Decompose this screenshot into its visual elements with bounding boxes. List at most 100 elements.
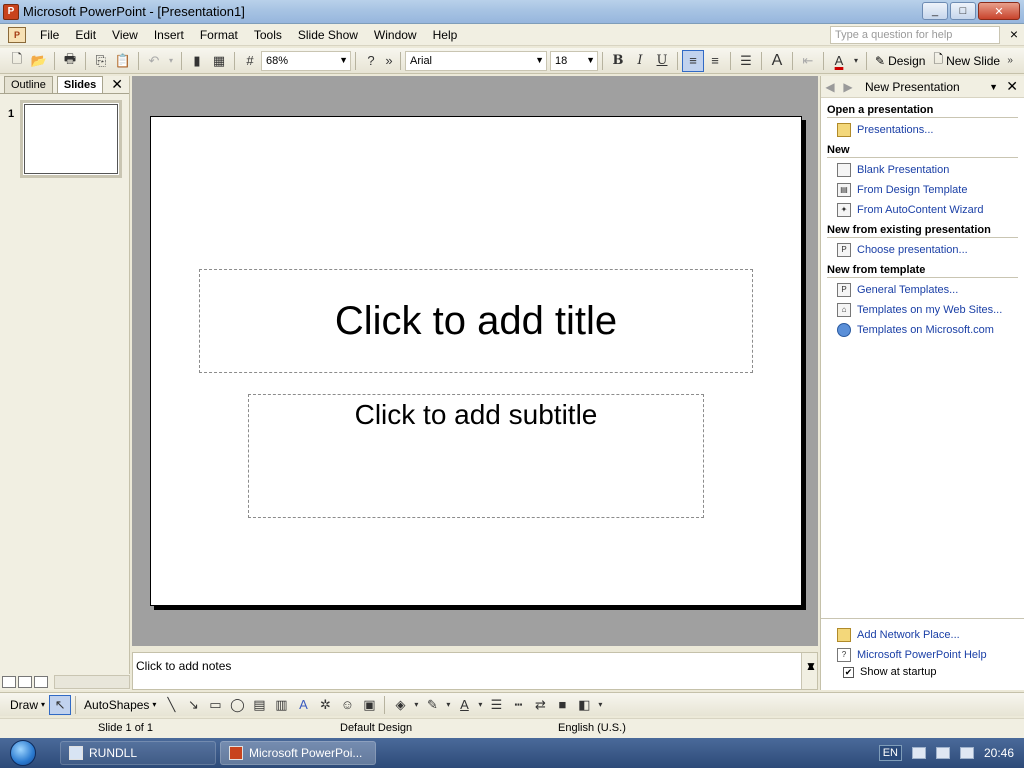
menu-file[interactable]: File — [32, 28, 67, 42]
title-placeholder[interactable]: Click to add title — [199, 269, 753, 373]
notes-scrollbar[interactable]: ▲ ▼ — [801, 653, 817, 689]
font-size-select[interactable]: 18 ▼ — [550, 50, 598, 71]
insert-picture-icon[interactable]: ▣ — [358, 695, 380, 715]
oval-icon[interactable]: ◯ — [226, 695, 248, 715]
shadow-icon[interactable]: ■ — [551, 695, 573, 715]
bullets-icon[interactable]: ☰ — [735, 50, 757, 72]
menu-view[interactable]: View — [104, 28, 146, 42]
forward-arrow-icon[interactable]: ▶ — [839, 80, 857, 94]
line-color-dropdown-icon[interactable]: ▾ — [443, 695, 453, 715]
link-general-templates[interactable]: P General Templates... — [837, 281, 1024, 298]
taskbar-item-rundll[interactable]: RUNDLL — [60, 741, 216, 765]
open-folder-icon[interactable]: 📂 — [28, 50, 50, 72]
menu-tools[interactable]: Tools — [246, 28, 290, 42]
back-arrow-icon[interactable]: ◀ — [821, 80, 839, 94]
wordart-icon[interactable]: A — [292, 695, 314, 715]
line-style-icon[interactable]: ☰ — [485, 695, 507, 715]
maximize-button[interactable]: □ — [950, 2, 976, 20]
link-blank-presentation[interactable]: Blank Presentation — [837, 161, 1024, 178]
tab-outline[interactable]: Outline — [4, 76, 53, 93]
zoom-select[interactable]: 68% ▼ — [261, 50, 351, 71]
link-from-design-template[interactable]: ▤ From Design Template — [837, 181, 1024, 198]
tab-slides[interactable]: Slides — [56, 76, 104, 93]
3d-style-icon[interactable]: ◧ — [573, 695, 595, 715]
design-button[interactable]: ✎ Design — [871, 54, 929, 68]
menu-format[interactable]: Format — [192, 28, 246, 42]
select-pointer-icon[interactable]: ↖ — [49, 694, 72, 715]
fill-color-icon[interactable]: ◈ — [389, 695, 411, 715]
link-templates-web-sites[interactable]: ⌂ Templates on my Web Sites... — [837, 301, 1024, 318]
underline-button[interactable]: U — [651, 50, 673, 72]
paste-icon[interactable]: 📋 — [112, 50, 134, 72]
font-color-dropdown-icon[interactable]: ▾ — [850, 50, 862, 72]
slide-show-view-icon[interactable] — [34, 676, 48, 688]
network-icon[interactable] — [935, 747, 950, 759]
keyboard-icon[interactable] — [911, 747, 926, 759]
italic-button[interactable]: I — [629, 50, 651, 72]
new-file-icon[interactable]: 🗋 — [6, 50, 28, 72]
menu-insert[interactable]: Insert — [146, 28, 192, 42]
start-button[interactable] — [0, 738, 46, 768]
line-color-icon[interactable]: ✎ — [421, 695, 443, 715]
print-icon[interactable]: 🖶 — [59, 50, 81, 72]
close-button[interactable]: ✕ — [978, 2, 1020, 20]
slide-canvas[interactable]: Click to add title Click to add subtitle — [150, 116, 802, 606]
undo-dropdown-icon[interactable]: ▾ — [165, 50, 177, 72]
text-box-icon[interactable]: ▤ — [248, 695, 270, 715]
clock[interactable]: 20:46 — [984, 746, 1014, 760]
menu-edit[interactable]: Edit — [67, 28, 104, 42]
new-slide-button[interactable]: 🗋 New Slide — [929, 50, 1004, 71]
taskbar-item-powerpoint[interactable]: Microsoft PowerPoi... — [220, 741, 376, 765]
fill-color-dropdown-icon[interactable]: ▾ — [411, 695, 421, 715]
close-document-icon[interactable]: × — [1010, 26, 1018, 42]
link-add-network-place[interactable]: Add Network Place... — [837, 626, 1024, 643]
subtitle-placeholder[interactable]: Click to add subtitle — [248, 394, 704, 518]
arrow-style-icon[interactable]: ⇄ — [529, 695, 551, 715]
close-pane-icon[interactable]: ✕ — [111, 76, 123, 93]
font-color-draw-icon[interactable]: A — [453, 695, 475, 715]
link-from-autocontent-wizard[interactable]: ✦ From AutoContent Wizard — [837, 201, 1024, 218]
menu-help[interactable]: Help — [425, 28, 466, 42]
link-presentations[interactable]: Presentations... — [837, 121, 1024, 138]
undo-icon[interactable]: ↶ — [143, 50, 165, 72]
line-icon[interactable]: ╲ — [160, 695, 182, 715]
draw-menu-button[interactable]: Draw ▾ — [6, 698, 49, 712]
dash-style-icon[interactable]: ┅ — [507, 695, 529, 715]
horizontal-scrollbar[interactable] — [54, 675, 130, 689]
insert-chart-icon[interactable]: ▮ — [186, 50, 208, 72]
language-indicator[interactable]: EN — [878, 745, 902, 761]
normal-view-icon[interactable] — [2, 676, 16, 688]
rectangle-icon[interactable]: ▭ — [204, 695, 226, 715]
diagram-icon[interactable]: ✲ — [314, 695, 336, 715]
font-color-draw-dropdown-icon[interactable]: ▾ — [475, 695, 485, 715]
notes-pane[interactable]: Click to add notes ▲ ▼ — [132, 652, 818, 690]
link-templates-microsoft-com[interactable]: Templates on Microsoft.com — [837, 321, 1024, 338]
document-icon[interactable]: P — [8, 26, 26, 43]
decrease-indent-icon[interactable]: ⇤ — [797, 50, 819, 72]
arrow-icon[interactable]: ↘ — [182, 695, 204, 715]
align-center-icon[interactable]: ≡ — [704, 50, 726, 72]
copy-icon[interactable]: ⎘ — [90, 50, 112, 72]
powerpoint-app-icon[interactable]: P — [3, 3, 19, 20]
search-icon[interactable] — [959, 747, 974, 759]
font-color-button[interactable]: A — [828, 50, 850, 72]
link-choose-presentation[interactable]: P Choose presentation... — [837, 241, 1024, 258]
minimize-button[interactable]: _ — [922, 2, 948, 20]
menu-window[interactable]: Window — [366, 28, 425, 42]
clip-art-icon[interactable]: ☺ — [336, 695, 358, 715]
show-at-startup-checkbox[interactable]: ✔ Show at startup — [843, 666, 1024, 678]
autoshapes-menu-button[interactable]: AutoShapes ▾ — [80, 698, 160, 712]
toolbar-options-icon[interactable]: » — [1004, 50, 1016, 72]
slide-thumbnail[interactable] — [20, 100, 122, 178]
vertical-text-box-icon[interactable]: ▥ — [270, 695, 292, 715]
toolbar-options-icon[interactable]: » — [382, 50, 396, 72]
grow-font-button[interactable]: A — [766, 50, 788, 72]
toolbar-options-icon[interactable]: ▾ — [595, 695, 605, 715]
task-pane-dropdown-icon[interactable]: ▼ — [989, 82, 998, 92]
task-pane-close-icon[interactable]: ✕ — [1006, 78, 1018, 95]
align-left-icon[interactable]: ≡ — [682, 49, 704, 72]
help-icon[interactable]: ? — [360, 50, 382, 72]
insert-table-icon[interactable]: ▦ — [208, 50, 230, 72]
bold-button[interactable]: B — [607, 50, 629, 72]
scroll-down-icon[interactable]: ▼ — [805, 659, 817, 673]
